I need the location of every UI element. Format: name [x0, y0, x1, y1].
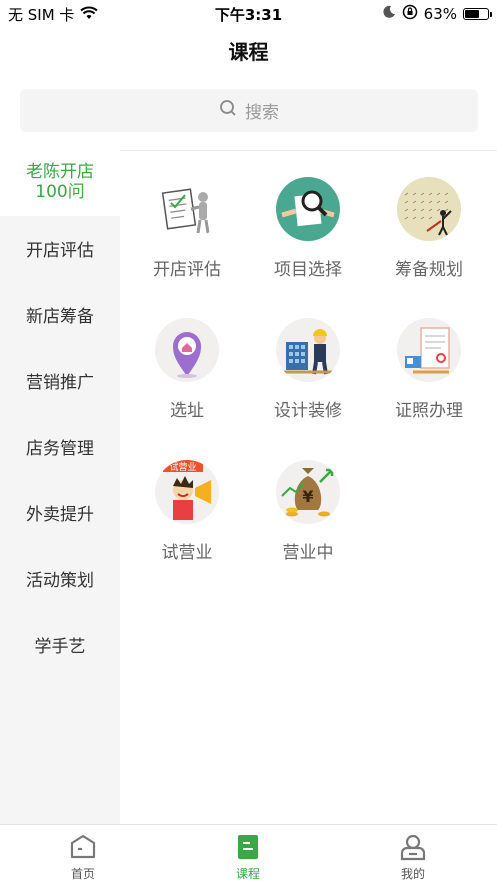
sidebar-item-label: 店务管理: [26, 439, 94, 459]
tab-label: 首页: [70, 867, 95, 881]
tab-label: 课程: [235, 867, 260, 881]
sidebar-item-label: 学手艺: [34, 637, 86, 657]
page-title: 课程: [228, 40, 269, 64]
tab-course[interactable]: 课程: [208, 833, 288, 882]
sidebar-item-delivery[interactable]: 外卖提升: [0, 500, 120, 525]
tab-home[interactable]: 首页: [43, 833, 123, 882]
course-card-label: 营业中: [282, 543, 334, 563]
sidebar-item-label: 营销推广: [26, 373, 94, 393]
yen-symbol: ¥: [302, 487, 313, 506]
course-book-icon: [234, 833, 262, 861]
sidebar-item-preparation[interactable]: 新店筹备: [0, 302, 120, 327]
search-icon: [219, 99, 237, 122]
trial-badge-text: 试营业: [169, 461, 196, 473]
course-card-trial-operation[interactable]: 试营业 试营业: [137, 460, 237, 563]
orientation-lock-icon: [402, 4, 418, 24]
content-divider: [120, 150, 497, 151]
course-card-design[interactable]: 设计装修: [258, 318, 358, 421]
sidebar-item-marketing[interactable]: 营销推广: [0, 368, 120, 393]
sidebar-item-skills[interactable]: 学手艺: [0, 632, 120, 657]
battery-percent: 63%: [423, 5, 457, 23]
course-card-evaluation[interactable]: 开店评估: [137, 177, 237, 280]
moon-icon: [382, 5, 396, 23]
sidebar-item-label: 外卖提升: [26, 505, 94, 525]
battery-icon: [463, 8, 492, 20]
course-card-label: 试营业: [161, 543, 213, 563]
course-card-label: 选址: [170, 401, 204, 421]
course-card-label: 设计装修: [274, 401, 342, 421]
location-pin-icon: [155, 318, 219, 382]
course-card-label: 筹备规划: [395, 260, 463, 280]
status-bar: 无 SIM 卡 下午3:31 63%: [0, 0, 497, 26]
sidebar-item-evaluation[interactable]: 开店评估: [0, 236, 120, 261]
course-card-in-business[interactable]: ¥ 营业中: [258, 460, 358, 563]
course-card-location[interactable]: 选址: [137, 318, 237, 421]
planning-drawing-icon: [397, 177, 461, 241]
sidebar-item-label: 新店筹备: [26, 307, 94, 327]
course-card-planning[interactable]: 筹备规划: [379, 177, 479, 280]
sidebar-item-label: 活动策划: [26, 571, 94, 591]
tab-profile[interactable]: 我的: [373, 833, 453, 882]
tab-label: 我的: [400, 867, 425, 881]
sidebar-item-label: 开店评估: [26, 241, 94, 261]
sidebar-item-store-management[interactable]: 店务管理: [0, 434, 120, 459]
construction-worker-icon: [276, 318, 340, 382]
magnifier-paper-icon: [276, 177, 340, 241]
sidebar-item-events[interactable]: 活动策划: [0, 566, 120, 591]
money-bag-icon: ¥: [276, 460, 340, 524]
certificate-icon: [397, 318, 461, 382]
bottom-tab-bar: 首页 课程 我的: [0, 824, 497, 883]
battery-fill: [465, 10, 479, 18]
course-card-licensing[interactable]: 证照办理: [379, 318, 479, 421]
status-right: 63%: [382, 4, 492, 24]
course-card-label: 证照办理: [395, 401, 463, 421]
sidebar-item-faq[interactable]: 老陈开店 100问: [0, 150, 120, 216]
search-input[interactable]: 搜索: [20, 89, 478, 132]
home-icon: [69, 833, 97, 861]
profile-icon: [399, 833, 427, 861]
checklist-person-icon: [155, 177, 219, 241]
category-sidebar: 老陈开店 100问 开店评估 新店筹备 营销推广 店务管理 外卖提升 活动策划 …: [0, 150, 120, 824]
course-card-label: 开店评估: [153, 260, 221, 280]
course-card-label: 项目选择: [274, 260, 342, 280]
search-placeholder: 搜索: [245, 103, 279, 123]
sidebar-item-label: 老陈开店 100问: [26, 162, 94, 202]
megaphone-boy-icon: 试营业: [155, 460, 219, 524]
course-card-project-selection[interactable]: 项目选择: [258, 177, 358, 280]
